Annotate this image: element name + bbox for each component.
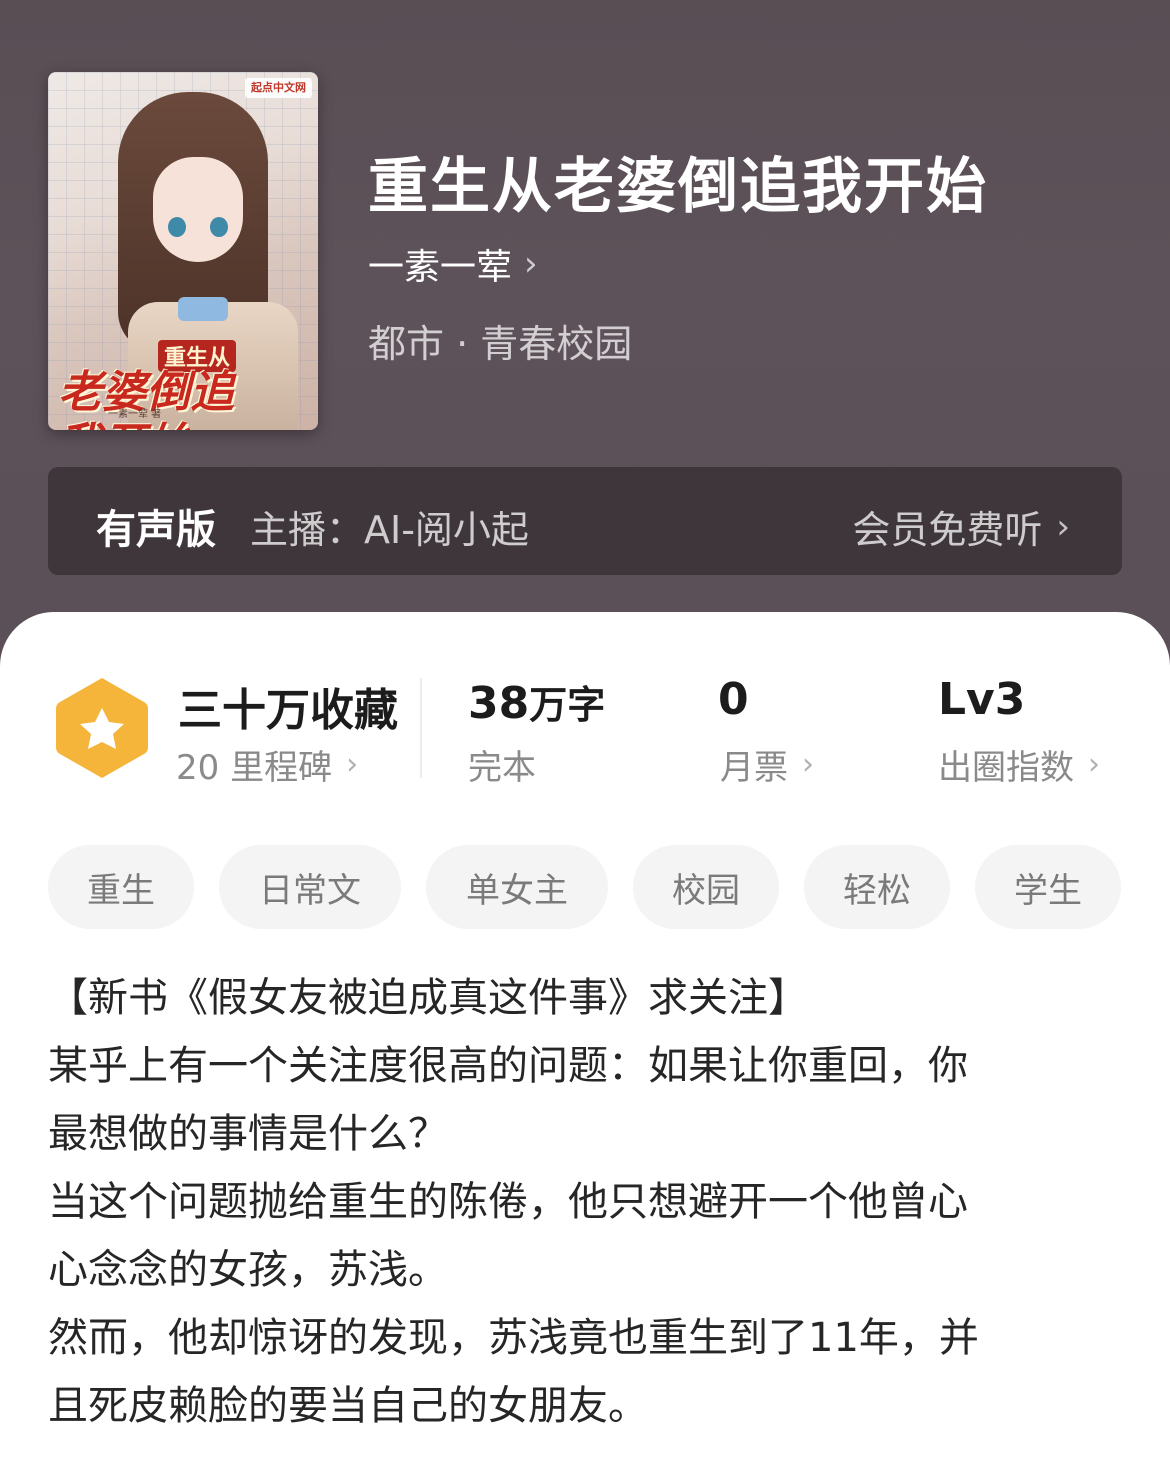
author-name: 一素一荤 bbox=[368, 247, 513, 288]
book-title: 重生从老婆倒追我开始 bbox=[368, 152, 988, 222]
book-cover[interactable]: 起点中文网 重生从 老婆倒追 我开始 一素一荤 著 bbox=[48, 72, 318, 430]
audio-host: 主播：AI-阅小起 bbox=[250, 508, 529, 552]
member-free-listen-label: 会员免费听 bbox=[852, 508, 1043, 552]
tag-chip[interactable]: 单女主 bbox=[426, 845, 608, 929]
popularity-index-label: 出圈指数 bbox=[938, 748, 1074, 788]
chevron-right-icon: › bbox=[346, 747, 359, 782]
synopsis-line: 心念念的女孩，苏浅。 bbox=[48, 1247, 448, 1293]
synopsis-line: 然而，他却惊讶的发现，苏浅竟也重生到了11年，并 bbox=[48, 1315, 979, 1361]
cover-title-line1: 老婆倒追 bbox=[58, 367, 234, 418]
author-link[interactable]: 一素一荤 › bbox=[368, 238, 538, 290]
popularity-index-link[interactable]: 出圈指数 › bbox=[938, 740, 1100, 789]
audio-label: 有声版 bbox=[96, 507, 216, 553]
monthly-ticket-count: 0 bbox=[718, 674, 749, 725]
tag-chip[interactable]: 日常文 bbox=[219, 845, 401, 929]
synopsis[interactable]: 【新书《假女友被迫成真这件事》求关注】 某乎上有一个关注度很高的问题：如果让你重… bbox=[48, 964, 1122, 1440]
tag-chip[interactable]: 轻松 bbox=[804, 845, 950, 929]
synopsis-line: 最想做的事情是什么？ bbox=[48, 1111, 448, 1157]
book-genre: 都市 · 青春校园 bbox=[368, 322, 633, 366]
cover-author: 一素一荤 著 bbox=[108, 409, 162, 420]
monthly-ticket-label: 月票 bbox=[720, 748, 788, 788]
milestone-label: 20 里程碑 bbox=[176, 748, 333, 788]
popularity-level: Lv3 bbox=[938, 674, 1026, 725]
member-free-listen-button[interactable]: 会员免费听 › bbox=[852, 499, 1070, 554]
synopsis-line: 且死皮赖脸的要当自己的女朋友。 bbox=[48, 1383, 648, 1429]
word-count: 38万字 bbox=[468, 674, 605, 729]
cover-bow bbox=[178, 297, 228, 321]
audio-version-bar[interactable]: 有声版 主播：AI-阅小起 会员免费听 › bbox=[48, 467, 1122, 575]
synopsis-line: 当这个问题抛给重生的陈倦，他只想避开一个他曾心 bbox=[48, 1179, 968, 1225]
cover-title-line2: 我开始 bbox=[58, 419, 318, 430]
cover-eye-left bbox=[168, 217, 186, 237]
stat-divider bbox=[420, 678, 422, 778]
star-hexagon-icon bbox=[56, 678, 148, 778]
chevron-right-icon: › bbox=[524, 244, 538, 284]
chevron-right-icon: › bbox=[802, 747, 814, 782]
tag-chip[interactable]: 重生 bbox=[48, 845, 194, 929]
word-count-number: 38 bbox=[468, 678, 530, 729]
cover-brand-logo: 起点中文网 bbox=[245, 78, 312, 98]
synopsis-line: 某乎上有一个关注度很高的问题：如果让你重回，你 bbox=[48, 1043, 968, 1089]
cover-title: 老婆倒追 我开始 bbox=[58, 367, 318, 430]
completion-status: 完本 bbox=[468, 740, 536, 789]
completion-status-label: 完本 bbox=[468, 748, 536, 788]
word-count-unit: 万字 bbox=[529, 683, 606, 727]
chevron-right-icon: › bbox=[1056, 506, 1070, 547]
cover-character-face bbox=[153, 157, 243, 262]
chevron-right-icon: › bbox=[1088, 747, 1100, 782]
monthly-ticket-link[interactable]: 月票 › bbox=[720, 740, 814, 789]
milestone-link[interactable]: 20 里程碑 › bbox=[176, 740, 358, 789]
tag-chip[interactable]: 校园 bbox=[633, 845, 779, 929]
tag-chip[interactable]: 学生 bbox=[975, 845, 1121, 929]
favorites-count: 三十万收藏 bbox=[178, 685, 398, 736]
cover-eye-right bbox=[210, 217, 228, 237]
synopsis-line: 【新书《假女友被迫成真这件事》求关注】 bbox=[48, 975, 808, 1021]
